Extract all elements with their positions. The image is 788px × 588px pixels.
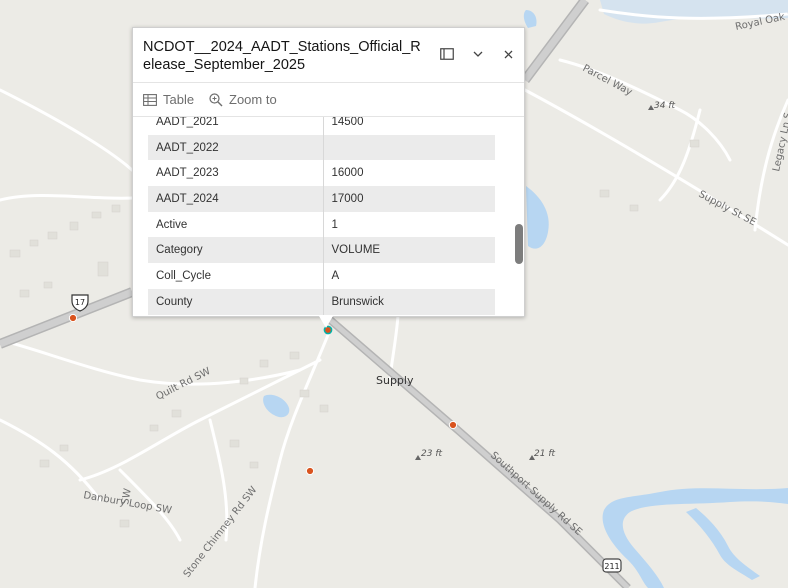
- table-row: Category VOLUME: [148, 237, 495, 264]
- close-icon: [504, 50, 512, 58]
- field-name: Active: [148, 211, 324, 238]
- zoom-to-button-label: Zoom to: [229, 92, 277, 107]
- table-row: County Brunswick: [148, 288, 495, 315]
- attribute-table: AADT_2021 14500 AADT_2022 AADT_2023 16000 …: [148, 117, 495, 315]
- close-button[interactable]: [496, 42, 520, 66]
- field-name: AADT_2023: [148, 160, 324, 187]
- field-value: VOLUME: [323, 237, 495, 264]
- table-button-label: Table: [163, 92, 195, 107]
- zoom-to-button[interactable]: Zoom to: [209, 92, 277, 107]
- field-value: A: [331, 269, 340, 282]
- svg-text:21 ft: 21 ft: [534, 449, 555, 459]
- popup-header: NCDOT__2024_AADT_Stations_Official_Relea…: [133, 28, 524, 82]
- field-name: County: [148, 288, 324, 315]
- table-row: AADT_2021 14500: [148, 117, 495, 135]
- field-value: [323, 134, 495, 161]
- table-row: AADT_2022: [148, 134, 495, 161]
- table-row: AADT_2023 16000: [148, 160, 495, 187]
- table-row: AADT_2024 17000: [148, 186, 495, 212]
- table-row: Active 1: [148, 211, 495, 238]
- field-value: 17000: [323, 186, 495, 212]
- svg-text:17: 17: [75, 298, 85, 307]
- popup-pointer: [319, 316, 333, 328]
- feature-popup: NCDOT__2024_AADT_Stations_Official_Relea…: [132, 27, 525, 317]
- field-name: AADT_2024: [148, 186, 324, 212]
- scrollbar-thumb[interactable]: [515, 224, 523, 264]
- scrollbar-track[interactable]: [513, 121, 522, 315]
- field-value: 14500: [331, 117, 364, 128]
- field-name: AADT_2022: [148, 134, 324, 161]
- field-value: 1: [331, 218, 338, 231]
- table-row: Coll_Cycle A: [148, 263, 495, 289]
- field-value: Brunswick: [323, 288, 495, 315]
- field-name: AADT_2021: [148, 117, 324, 135]
- zoom-icon: [209, 92, 223, 106]
- field-name: Coll_Cycle: [148, 263, 324, 289]
- popup-actions: Table Zoom to: [133, 82, 524, 117]
- popup-title: NCDOT__2024_AADT_Stations_Official_Relea…: [143, 39, 421, 73]
- town-label: Supply: [376, 374, 414, 387]
- nc211-shield-icon: 211: [602, 558, 622, 573]
- table-icon: [143, 93, 157, 106]
- svg-text:211: 211: [604, 562, 619, 571]
- collapse-button[interactable]: [466, 42, 490, 66]
- aadt-station-marker[interactable]: [305, 466, 315, 476]
- field-name: Category: [148, 237, 324, 264]
- aadt-station-marker[interactable]: [448, 420, 458, 430]
- svg-text:23 ft: 23 ft: [421, 449, 442, 459]
- attribute-table-scroll[interactable]: AADT_2021 14500 AADT_2022 AADT_2023 16000 …: [148, 117, 495, 315]
- dock-button[interactable]: [435, 42, 459, 66]
- svg-text:34 ft: 34 ft: [654, 101, 675, 111]
- chevron-down-icon: [473, 51, 483, 57]
- field-value: 16000: [331, 167, 364, 180]
- dock-icon: [440, 48, 454, 60]
- aadt-station-marker[interactable]: [68, 313, 78, 323]
- table-button[interactable]: Table: [143, 92, 194, 107]
